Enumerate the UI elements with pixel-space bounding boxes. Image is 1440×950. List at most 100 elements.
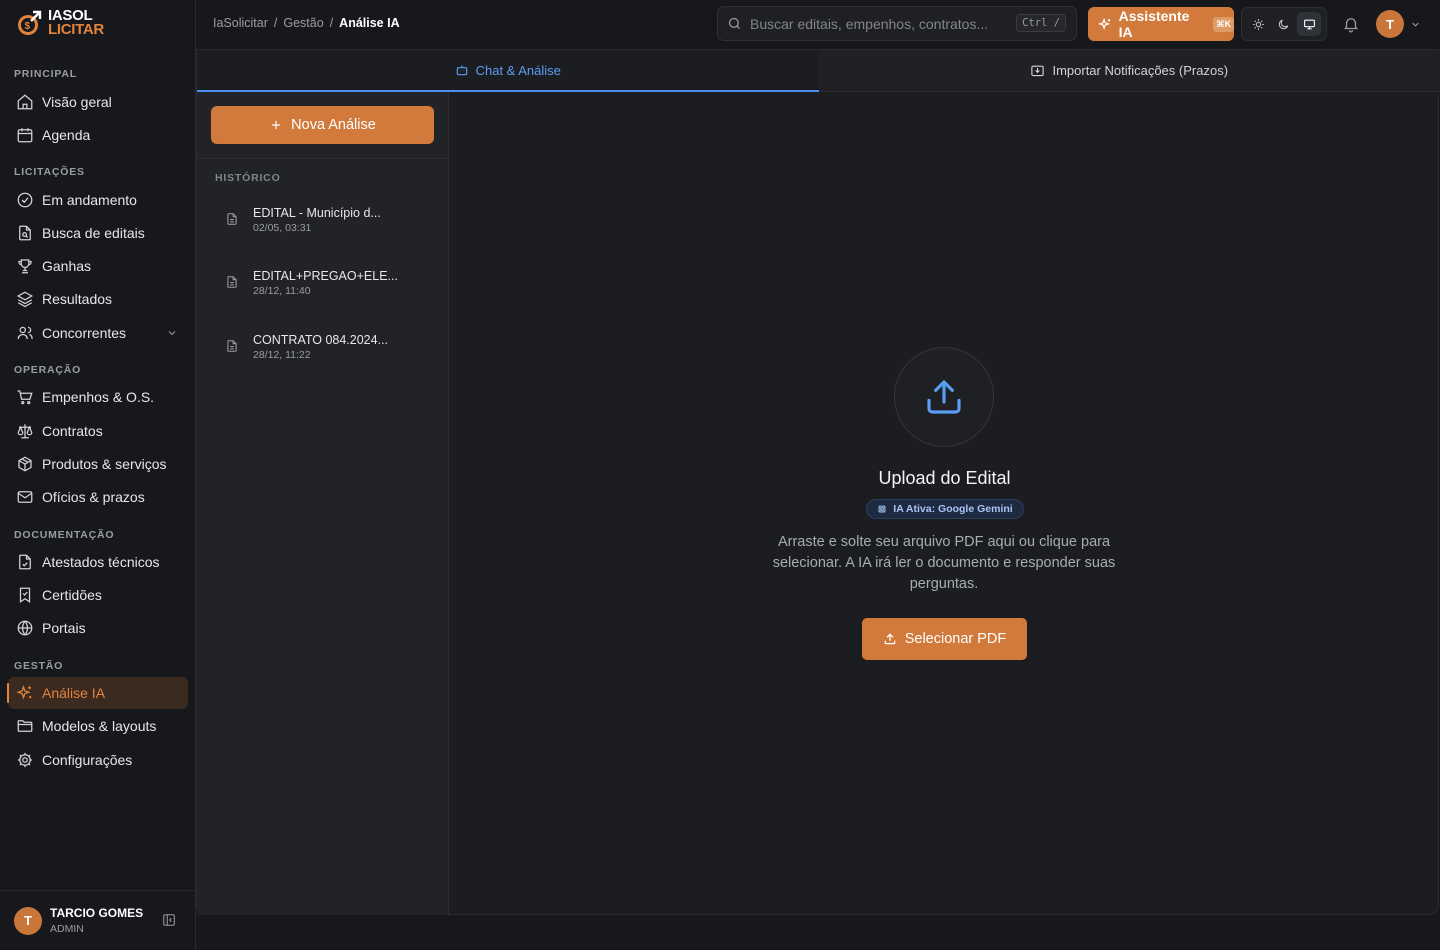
avatar: T [14, 906, 42, 935]
breadcrumb-separator: / [273, 16, 278, 30]
folder-icon [17, 720, 33, 732]
users-icon [17, 326, 33, 340]
tab-importar-notificacoes[interactable]: Importar Notificações (Prazos) [818, 50, 1440, 92]
tab-chat-analise[interactable]: Chat & Análise [197, 50, 819, 92]
scale-icon [17, 424, 33, 439]
history-title: Histórico [215, 172, 281, 184]
gear-icon [17, 752, 33, 768]
sidebar-item-label: Configurações [42, 752, 133, 768]
package-icon [18, 456, 32, 472]
sidebar-item-modelos[interactable]: Modelos & layouts [8, 710, 188, 742]
cart-icon [17, 390, 33, 405]
history-item-date: 02/05, 03:31 [253, 221, 312, 234]
check-circle-icon [17, 192, 33, 208]
breadcrumb: IaSolicitar / Gestão / Análise IA [213, 16, 400, 30]
sidebar-item-label: Atestados técnicos [42, 554, 160, 570]
sidebar-item-produtos[interactable]: Produtos & serviços [8, 448, 188, 480]
history-item[interactable]: EDITAL+PREGAO+ELE... 28/12, 11:40 [211, 256, 435, 308]
divider [197, 158, 449, 159]
file-text-icon [227, 276, 237, 288]
file-text-icon [227, 213, 237, 225]
tab-label: Importar Notificações (Prazos) [1052, 63, 1229, 78]
sidebar-item-label: Certidões [42, 587, 102, 603]
sidebar-item-analise-ia[interactable]: Análise IA [7, 677, 188, 709]
bell-icon[interactable] [1342, 15, 1360, 33]
sidebar-item-agenda[interactable]: Agenda [8, 119, 188, 151]
breadcrumb-item[interactable]: Gestão [283, 16, 323, 30]
search-shortcut: Ctrl / [1016, 14, 1066, 32]
sidebar-item-oficios[interactable]: Ofícios & prazos [8, 481, 188, 513]
breadcrumb-separator: / [329, 16, 334, 30]
sidebar-item-label: Em andamento [42, 192, 137, 208]
sidebar-item-label: Resultados [42, 291, 113, 307]
sidebar: $ IASOL LICITAR Principal Visão geral Ag… [0, 0, 196, 950]
sidebar-collapse-icon[interactable] [162, 913, 176, 927]
breadcrumb-item[interactable]: IaSolicitar [213, 16, 268, 30]
ai-status-badge: IA Ativa: Google Gemini [866, 499, 1024, 519]
sidebar-item-empenhos[interactable]: Empenhos & O.S. [8, 381, 188, 413]
breadcrumb-current: Análise IA [339, 16, 400, 30]
layers-icon [16, 291, 34, 308]
sidebar-item-ganhas[interactable]: Ganhas [8, 250, 188, 282]
monitor-icon [1303, 19, 1315, 29]
coin-icon: $ [16, 8, 44, 38]
brand-line2: LICITAR [48, 21, 104, 38]
upload-description: Arraste e solte seu arquivo PDF aqui ou … [772, 534, 1116, 592]
sidebar-item-em-andamento[interactable]: Em andamento [8, 184, 188, 216]
section-documentacao: Documentação [14, 529, 115, 541]
chevron-down-icon [1412, 22, 1419, 27]
history-item[interactable]: EDITAL - Município d... 02/05, 03:31 [211, 193, 435, 245]
assistant-label: Assistente IA [1118, 8, 1190, 40]
history-item[interactable]: CONTRATO 084.2024... 28/12, 11:22 [211, 320, 435, 372]
bot-icon [456, 65, 467, 76]
ai-status-label: IA Ativa: Google Gemini [893, 503, 1013, 515]
sidebar-item-busca-editais[interactable]: Busca de editais [8, 217, 188, 249]
sidebar-item-resultados[interactable]: Resultados [8, 283, 188, 315]
cpu-icon [878, 505, 886, 513]
user-profile[interactable]: T TARCIO GOMES ADMIN [0, 890, 196, 950]
sidebar-item-configuracoes[interactable]: Configurações [8, 744, 188, 776]
sidebar-item-label: Busca de editais [42, 225, 145, 241]
sidebar-item-certidoes[interactable]: Certidões [8, 579, 188, 611]
svg-text:$: $ [25, 21, 31, 32]
plus-icon [272, 120, 281, 130]
file-text-icon [227, 340, 237, 352]
avatar: T [1376, 10, 1404, 38]
assistant-shortcut: ⌘K [1213, 16, 1234, 32]
new-analysis-button[interactable]: Nova Análise [211, 106, 434, 144]
sidebar-item-concorrentes[interactable]: Concorrentes [8, 317, 188, 349]
sidebar-item-portais[interactable]: Portais [8, 612, 188, 644]
brand-logo[interactable]: $ IASOL LICITAR [16, 8, 104, 38]
tab-bar: Chat & Análise Importar Notificações (Pr… [197, 50, 1440, 92]
sidebar-item-visao-geral[interactable]: Visão geral [8, 86, 188, 118]
user-name: TARCIO GOMES [50, 905, 144, 920]
file-search-icon [19, 225, 31, 241]
history-item-date: 28/12, 11:40 [253, 284, 311, 297]
sidebar-item-contratos[interactable]: Contratos [8, 415, 188, 447]
upload-circle [894, 347, 994, 447]
assistant-button[interactable]: Assistente IA ⌘K [1088, 7, 1234, 41]
sidebar-item-label: Análise IA [42, 685, 106, 701]
upload-icon [884, 633, 896, 645]
search-icon [728, 17, 740, 29]
theme-system-button[interactable] [1297, 12, 1322, 36]
bookmark-icon [19, 587, 31, 603]
section-gestao: Gestão [14, 660, 64, 672]
theme-dark-button[interactable] [1272, 12, 1296, 36]
mail-icon [17, 491, 33, 503]
user-role: ADMIN [50, 922, 84, 935]
search-bar[interactable]: Ctrl / [717, 6, 1077, 41]
main-panel: Chat & Análise Importar Notificações (Pr… [196, 49, 1440, 915]
user-menu[interactable]: T [1376, 10, 1421, 38]
sidebar-item-label: Contratos [42, 423, 103, 439]
upload-dropzone[interactable]: Upload do Edital IA Ativa: Google Gemini… [450, 92, 1439, 915]
history-item-title: EDITAL+PREGAO+ELE... [253, 268, 398, 283]
sidebar-item-label: Produtos & serviços [42, 456, 167, 472]
select-pdf-button[interactable]: Selecionar PDF [862, 618, 1027, 660]
sparkles-icon [16, 685, 32, 700]
sidebar-item-label: Ganhas [42, 258, 92, 274]
sidebar-item-atestados[interactable]: Atestados técnicos [8, 546, 188, 578]
topbar: IaSolicitar / Gestão / Análise IA Ctrl /… [196, 0, 1440, 48]
theme-light-button[interactable] [1247, 12, 1271, 36]
search-input[interactable] [750, 15, 1020, 32]
